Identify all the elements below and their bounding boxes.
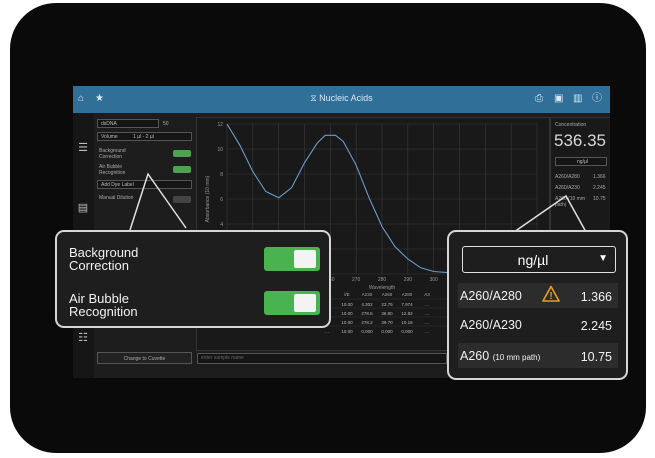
background-correction-callout-label: Background Correction xyxy=(69,245,139,273)
ratio-row-a260-path: A260 (10 mm path) 10.75 xyxy=(458,343,618,368)
results-callout: ng/µl ▼ A260/A280 ! 1.366 A260/A230 2.24… xyxy=(447,230,628,380)
ratio-row-a260-a280: A260/A280 ! 1.366 xyxy=(458,283,618,308)
ratio-row-a260-a230: A260/A230 2.245 xyxy=(458,312,618,337)
ratio-value: 10.75 xyxy=(580,350,612,364)
ratio-label: A260/A230 xyxy=(460,318,522,332)
toggle-knob xyxy=(294,250,316,268)
ratio-label: A260 (10 mm path) xyxy=(460,349,541,363)
ratio-label: A260/A280 xyxy=(460,289,522,303)
toggle-knob xyxy=(294,294,316,312)
background-correction-toggle[interactable] xyxy=(264,247,320,271)
warning-icon: ! xyxy=(542,285,560,303)
ratio-value: 2.245 xyxy=(580,319,612,333)
air-bubble-callout-label: Air Bubble Recognition xyxy=(69,291,138,319)
chevron-down-icon: ▼ xyxy=(598,253,608,264)
callout-connectors xyxy=(129,172,587,233)
air-bubble-toggle[interactable] xyxy=(264,291,320,315)
unit-select-value: ng/µl xyxy=(517,252,549,268)
ratio-value: 1.366 xyxy=(580,290,612,304)
svg-text:!: ! xyxy=(549,291,552,302)
unit-select[interactable]: ng/µl ▼ xyxy=(462,246,616,273)
settings-callout: Background Correction Air Bubble Recogni… xyxy=(55,230,331,328)
